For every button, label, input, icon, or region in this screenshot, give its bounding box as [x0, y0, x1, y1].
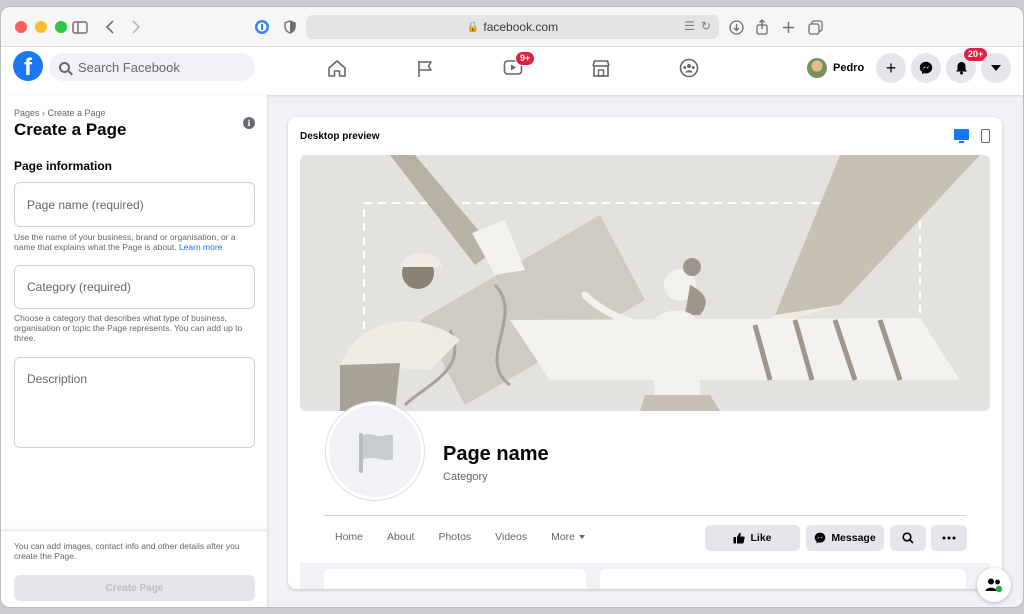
search-icon	[59, 61, 70, 73]
account-menu-button[interactable]	[981, 53, 1011, 83]
close-window-button[interactable]	[15, 21, 27, 33]
watch-badge: 9+	[515, 51, 536, 66]
create-button[interactable]: +	[876, 53, 906, 83]
minimize-window-button[interactable]	[35, 21, 47, 33]
preview-search-button[interactable]	[890, 525, 926, 551]
divider	[324, 515, 966, 516]
page-name-hint: Use the name of your business, brand or …	[14, 232, 258, 252]
preview-content-area	[300, 563, 990, 589]
more-options-button[interactable]	[931, 525, 967, 551]
page-name-field[interactable]: Page name (required)	[14, 182, 255, 227]
flag-icon	[359, 433, 393, 473]
tab-photos[interactable]: Photos	[438, 531, 471, 543]
message-label: Message	[831, 532, 876, 544]
page-name-placeholder: Page name (required)	[27, 197, 144, 212]
pages-flag-icon[interactable]	[413, 57, 437, 79]
like-label: Like	[750, 532, 772, 544]
learn-more-link[interactable]: Learn more	[179, 242, 222, 252]
contacts-float-button[interactable]	[977, 568, 1011, 602]
translate-icon[interactable]: ☰	[684, 19, 695, 33]
search-input[interactable]	[78, 59, 238, 75]
home-icon[interactable]	[325, 57, 349, 79]
description-placeholder: Description	[27, 372, 88, 386]
create-page-form-panel: Pages › Create a Page Create a Page i Pa…	[1, 95, 267, 607]
profile-picture-placeholder	[326, 402, 424, 500]
breadcrumb[interactable]: Pages › Create a Page	[14, 108, 106, 118]
tab-overview-icon[interactable]	[804, 16, 826, 38]
forward-icon[interactable]	[125, 16, 147, 38]
zoom-window-button[interactable]	[55, 21, 67, 33]
avatar	[807, 58, 827, 78]
like-button[interactable]: Like	[705, 525, 800, 551]
sidebar-toggle-icon[interactable]	[69, 16, 91, 38]
reload-icon[interactable]: ↻	[701, 19, 711, 33]
info-icon[interactable]: i	[243, 117, 255, 129]
ellipsis-icon	[942, 536, 956, 540]
profile-shortcut[interactable]: Pedro	[801, 55, 870, 81]
messenger-icon	[919, 61, 933, 75]
desktop-icon[interactable]	[954, 129, 969, 143]
message-button[interactable]: Message	[806, 525, 884, 551]
new-tab-icon[interactable]	[777, 16, 799, 38]
tab-videos[interactable]: Videos	[495, 531, 527, 543]
preview-tabs: Home About Photos Videos More	[335, 531, 586, 543]
marketplace-icon[interactable]	[589, 57, 613, 79]
facebook-logo-icon[interactable]: f	[13, 51, 43, 81]
address-bar[interactable]: 🔒 facebook.com ☰ ↻	[306, 15, 719, 39]
form-footer: You can add images, contact info and oth…	[1, 530, 267, 607]
messenger-button[interactable]	[911, 53, 941, 83]
messenger-icon	[814, 532, 826, 544]
password-manager-icon[interactable]	[251, 16, 273, 38]
lock-icon: 🔒	[466, 21, 480, 33]
desktop-preview-card: Desktop preview Page name Category Home …	[288, 117, 1002, 589]
facebook-top-nav: f 9+ Pedro +	[1, 47, 1023, 95]
profile-name: Pedro	[833, 62, 865, 74]
page-title: Create a Page	[14, 120, 127, 139]
create-page-button[interactable]: Create Page	[14, 575, 255, 601]
share-icon[interactable]	[751, 16, 773, 38]
category-hint: Choose a category that describes what ty…	[14, 313, 243, 343]
browser-window: 🔒 facebook.com ☰ ↻ f Search Facebook 9+ …	[0, 6, 1024, 608]
description-field[interactable]: Description	[14, 357, 255, 448]
tab-more[interactable]: More	[551, 531, 586, 543]
tab-home[interactable]: Home	[335, 531, 363, 543]
search-icon	[902, 532, 914, 544]
caret-down-icon	[579, 535, 586, 539]
caret-down-icon	[991, 65, 1001, 71]
thumbs-up-icon	[733, 532, 746, 544]
plus-icon: +	[885, 57, 897, 78]
download-icon[interactable]	[725, 16, 747, 38]
preview-left-column-placeholder	[324, 569, 586, 589]
watch-icon[interactable]: 9+	[501, 51, 536, 79]
preview-page-name: Page name	[443, 443, 549, 465]
mobile-icon[interactable]	[981, 129, 990, 143]
bell-icon	[955, 62, 967, 75]
url-text: facebook.com	[483, 20, 559, 34]
cover-photo-placeholder	[300, 155, 990, 411]
tab-about[interactable]: About	[387, 531, 414, 543]
groups-icon[interactable]	[677, 57, 701, 79]
back-icon[interactable]	[99, 16, 121, 38]
notifications-button[interactable]: 20+	[946, 47, 989, 83]
preview-title: Desktop preview	[300, 131, 380, 142]
search-bar[interactable]	[49, 53, 255, 81]
preview-right-column-placeholder	[600, 569, 966, 589]
footer-note: You can add images, contact info and oth…	[14, 541, 240, 561]
cover-illustration	[340, 155, 980, 411]
category-field[interactable]: Category (required)	[14, 265, 255, 309]
browser-toolbar: 🔒 facebook.com ☰ ↻	[1, 7, 1023, 47]
category-placeholder: Category (required)	[27, 280, 132, 294]
people-icon	[985, 578, 1003, 593]
section-title: Page information	[14, 159, 113, 173]
preview-category: Category	[443, 471, 488, 483]
shield-icon[interactable]	[279, 16, 301, 38]
tab-more-label: More	[551, 531, 576, 543]
